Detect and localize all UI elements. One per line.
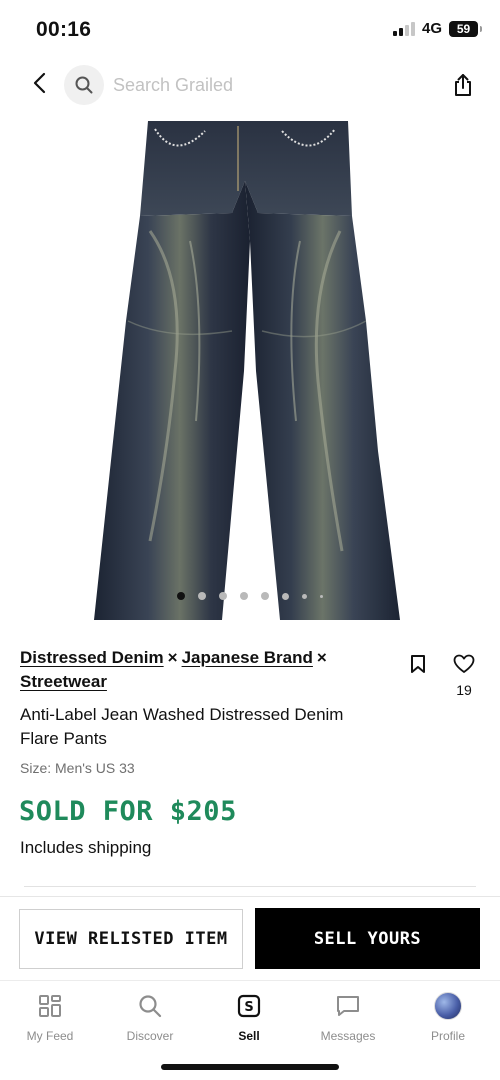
tab-my-feed[interactable]: My Feed — [0, 989, 100, 1053]
brand-link-distressed-denim[interactable]: Distressed Denim — [20, 648, 164, 667]
top-nav — [0, 56, 500, 114]
bookmark-icon — [411, 655, 425, 673]
feed-grid-icon — [35, 991, 65, 1021]
heart-icon — [453, 654, 475, 673]
bookmark-button[interactable] — [404, 650, 432, 678]
avatar-wrapper — [433, 991, 463, 1021]
tab-discover[interactable]: Discover — [100, 989, 200, 1053]
divider — [24, 886, 476, 887]
share-icon — [455, 74, 471, 96]
carousel-dot[interactable] — [261, 592, 269, 600]
brand-separator: × — [167, 648, 178, 667]
message-icon — [333, 991, 363, 1021]
tab-label: Discover — [126, 1029, 174, 1043]
product-image[interactable] — [0, 121, 500, 620]
avatar — [434, 992, 462, 1020]
tab-messages[interactable]: Messages — [298, 989, 398, 1053]
search-input[interactable] — [113, 74, 383, 96]
share-button[interactable] — [448, 70, 478, 100]
tab-profile[interactable]: Profile — [398, 989, 498, 1053]
network-type: 4G — [421, 20, 442, 37]
carousel-dot[interactable] — [198, 592, 206, 600]
carousel-dot[interactable] — [320, 594, 323, 598]
brand-list: Distressed Denim × Japanese Brand × Streetwe… — [20, 646, 380, 694]
sell-yours-button[interactable]: SELL YOURS — [255, 908, 480, 969]
back-button[interactable] — [24, 68, 54, 98]
battery-level: 59 — [456, 21, 471, 36]
shipping-note: Includes shipping — [20, 838, 152, 857]
carousel-indicator[interactable] — [0, 591, 500, 601]
battery-icon: 59 — [449, 20, 482, 37]
svg-text:S: S — [244, 1000, 253, 1015]
tab-sell[interactable]: S Sell — [199, 989, 299, 1053]
carousel-dot[interactable] — [302, 593, 307, 599]
like-button[interactable] — [449, 650, 479, 678]
action-bar: VIEW RELISTED ITEM SELL YOURS — [0, 896, 500, 980]
search-icon — [135, 991, 165, 1021]
listing-title: Anti-Label Jean Washed Distressed Denim … — [20, 705, 344, 748]
like-count: 19 — [456, 682, 472, 698]
sold-price: SOLD FOR $205 — [19, 796, 237, 827]
view-relisted-item-button[interactable]: VIEW RELISTED ITEM — [19, 909, 243, 969]
carousel-dot[interactable] — [177, 592, 185, 600]
tab-label: Profile — [430, 1029, 465, 1043]
carousel-dot[interactable] — [240, 592, 248, 600]
search-icon — [64, 65, 104, 105]
jeans-photo — [94, 121, 400, 620]
sell-s-icon: S — [234, 991, 264, 1021]
carousel-dot[interactable] — [219, 592, 227, 600]
brand-separator: × — [316, 648, 327, 667]
carousel-dot[interactable] — [282, 592, 289, 600]
home-indicator[interactable] — [161, 1064, 339, 1070]
brand-link-streetwear[interactable]: Streetwear — [20, 672, 107, 691]
listing-size: Size: Men's US 33 — [20, 760, 135, 776]
search-bar[interactable] — [64, 65, 394, 105]
brand-link-japanese-brand[interactable]: Japanese Brand — [182, 648, 313, 667]
tab-label: My Feed — [26, 1029, 74, 1043]
tab-label: Sell — [238, 1029, 260, 1043]
status-indicators: 4G 59 — [392, 20, 482, 37]
status-bar: 00:16 4G 59 — [0, 0, 500, 56]
tab-label: Messages — [320, 1029, 376, 1043]
signal-icon — [392, 21, 415, 36]
status-time: 00:16 — [36, 18, 92, 41]
chevron-left-icon — [33, 72, 46, 94]
